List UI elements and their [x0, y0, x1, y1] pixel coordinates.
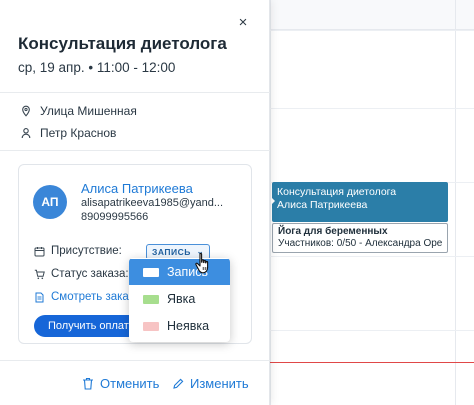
calendar-column-divider	[270, 0, 271, 405]
divider	[0, 150, 270, 151]
order-status-row: Статус заказа:	[34, 268, 129, 280]
client-phone: 89099995566	[81, 211, 149, 223]
calendar-hour-line	[270, 330, 474, 331]
cancel-label: Отменить	[100, 376, 160, 391]
view-order-label: Смотреть заказ	[51, 291, 129, 303]
event-title: Йога для беременных	[278, 226, 388, 237]
calendar-event-yoga[interactable]: Йога для беременных Участников: 0/50 - А…	[272, 223, 448, 253]
event-subtitle: Алиса Патрикеева	[277, 199, 368, 211]
location-pin-icon	[22, 105, 30, 117]
view-order-link[interactable]: Смотреть заказ	[34, 291, 129, 303]
status-swatch	[143, 321, 159, 331]
page-title: Консультация диетолога	[18, 34, 227, 53]
close-icon[interactable]: ×	[234, 14, 252, 32]
event-subtitle: Участников: 0/50 - Александра Орех...	[278, 238, 442, 249]
location-text: Улица Мишенная	[40, 104, 137, 118]
shopping-cart-icon	[34, 269, 45, 279]
edit-label: Изменить	[190, 376, 249, 391]
document-icon	[35, 292, 44, 302]
divider	[0, 92, 270, 93]
dropdown-option-attended[interactable]: Явка	[129, 286, 230, 312]
attendance-row: Присутствие:	[34, 245, 122, 257]
cancel-button[interactable]: Отменить	[82, 376, 159, 391]
dropdown-option-no-show[interactable]: Неявка	[129, 313, 230, 339]
calendar-icon	[34, 246, 45, 256]
location-row: Улица Мишенная	[20, 104, 137, 118]
staff-name: Петр Краснов	[40, 126, 117, 140]
event-title: Консультация диетолога	[277, 186, 397, 198]
current-time-line	[270, 362, 474, 363]
calendar-header	[270, 0, 474, 30]
attendance-label: Присутствие:	[51, 245, 122, 257]
staff-row: Петр Краснов	[20, 126, 116, 140]
attendance-status-value: ЗАПИСЬ	[152, 247, 191, 257]
hand-cursor-icon	[195, 252, 209, 274]
status-swatch	[143, 267, 159, 277]
dropdown-option-label: Неявка	[167, 319, 210, 333]
order-status-label: Статус заказа:	[51, 268, 129, 280]
avatar: АП	[33, 185, 67, 219]
calendar-event-consultation[interactable]: Консультация диетолога Алиса Патрикеева	[272, 182, 448, 222]
calendar-hour-line	[270, 30, 474, 31]
dropdown-option-label: Явка	[167, 292, 196, 306]
appointment-datetime: ср, 19 апр. • 11:00 - 12:00	[18, 60, 176, 75]
pencil-icon	[173, 378, 184, 389]
calendar-hour-line	[270, 256, 474, 257]
divider	[0, 360, 270, 361]
status-swatch	[143, 294, 159, 304]
trash-icon	[83, 377, 93, 390]
client-email: alisapatrikeeva1985@yand...	[81, 197, 224, 209]
person-icon	[21, 128, 31, 139]
appointment-details-panel: × Консультация диетолога ср, 19 апр. • 1…	[0, 0, 270, 405]
get-payment-button[interactable]: Получить оплату	[34, 315, 144, 337]
calendar-column-divider	[455, 0, 456, 405]
edit-button[interactable]: Изменить	[172, 376, 249, 391]
client-name-link[interactable]: Алиса Патрикеева	[81, 181, 193, 196]
calendar-hour-line	[270, 108, 474, 109]
